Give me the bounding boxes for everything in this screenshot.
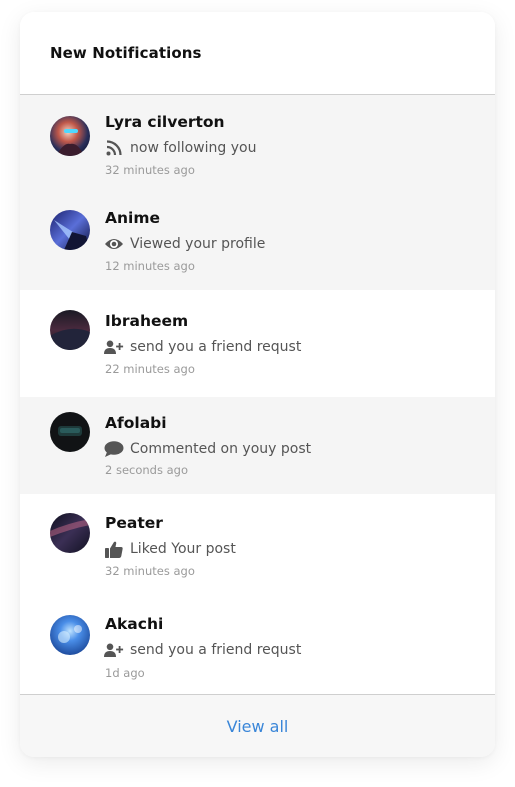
notifications-card: New Notifications Lyra cilverton now fol… <box>20 12 495 757</box>
notification-time: 2 seconds ago <box>105 463 189 477</box>
notification-name[interactable]: Peater <box>105 514 163 532</box>
card-title: New Notifications <box>50 44 202 62</box>
comment-icon <box>104 440 124 458</box>
avatar[interactable] <box>50 412 90 452</box>
avatar[interactable] <box>50 116 90 156</box>
notification-item[interactable]: Lyra cilverton now following you 32 minu… <box>20 95 495 191</box>
notification-item[interactable]: Akachi send you a friend requst 1d ago <box>20 595 495 698</box>
notification-time: 32 minutes ago <box>105 163 195 177</box>
notification-name[interactable]: Anime <box>105 209 160 227</box>
notification-action: Viewed your profile <box>104 235 265 253</box>
user-plus-icon <box>104 338 124 356</box>
notification-action-text: now following you <box>130 140 257 156</box>
notification-action-text: Commented on youy post <box>130 441 312 457</box>
notification-time: 22 minutes ago <box>105 362 195 376</box>
notification-action-text: send you a friend requst <box>130 642 302 658</box>
notification-list: Lyra cilverton now following you 32 minu… <box>20 95 495 698</box>
view-all-link[interactable]: View all <box>227 717 289 736</box>
notification-action-text: Liked Your post <box>130 541 236 557</box>
thumbs-up-icon <box>104 540 124 558</box>
eye-icon <box>104 235 124 253</box>
notification-item[interactable]: Peater Liked Your post 32 minutes ago <box>20 494 495 595</box>
notification-action: Commented on youy post <box>104 440 311 458</box>
notification-action: send you a friend requst <box>104 338 301 356</box>
notification-name[interactable]: Afolabi <box>105 414 167 432</box>
notification-item[interactable]: Afolabi Commented on youy post 2 seconds… <box>20 397 495 494</box>
avatar[interactable] <box>50 513 90 553</box>
notification-action-text: Viewed your profile <box>130 236 266 252</box>
notification-action: send you a friend requst <box>104 641 301 659</box>
card-header: New Notifications <box>20 12 495 94</box>
user-plus-icon <box>104 641 124 659</box>
avatar[interactable] <box>50 615 90 655</box>
rss-icon <box>104 139 124 157</box>
avatar[interactable] <box>50 310 90 350</box>
notification-time: 1d ago <box>105 666 145 680</box>
notification-name[interactable]: Lyra cilverton <box>105 113 225 131</box>
notification-name[interactable]: Akachi <box>105 615 163 633</box>
notification-action: now following you <box>104 139 256 157</box>
notification-action-text: send you a friend requst <box>130 339 302 355</box>
notification-time: 12 minutes ago <box>105 259 195 273</box>
avatar[interactable] <box>50 210 90 250</box>
notification-item[interactable]: Anime Viewed your profile 12 minutes ago <box>20 191 495 290</box>
notification-time: 32 minutes ago <box>105 564 195 578</box>
notification-action: Liked Your post <box>104 540 236 558</box>
notification-item[interactable]: Ibraheem send you a friend requst 22 min… <box>20 290 495 397</box>
notification-name[interactable]: Ibraheem <box>105 312 188 330</box>
card-footer: View all <box>20 694 495 757</box>
